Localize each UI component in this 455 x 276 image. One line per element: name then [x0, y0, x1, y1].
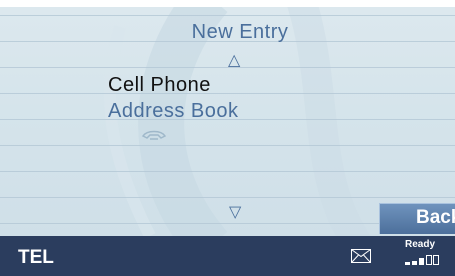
back-button[interactable]: Back: [379, 203, 455, 234]
back-button-label: Back: [416, 207, 455, 228]
menu-item-address-book[interactable]: Address Book: [108, 100, 239, 123]
status-text: Ready: [405, 239, 436, 250]
phone-screen: New Entry △ Cell Phone Address Book ▽ Ba…: [0, 0, 455, 276]
status-bar: TEL Ready: [0, 236, 455, 276]
handset-icon: [141, 130, 167, 140]
scroll-down-icon[interactable]: ▽: [229, 204, 241, 220]
menu-item-cell-phone[interactable]: Cell Phone: [108, 74, 211, 97]
signal-strength-icon: [405, 255, 439, 265]
mode-label: TEL: [18, 247, 54, 268]
top-margin: [0, 0, 455, 7]
envelope-icon: [351, 249, 371, 263]
scroll-up-icon[interactable]: △: [228, 52, 240, 68]
page-title: New Entry: [191, 21, 289, 43]
menu-panel: New Entry △ Cell Phone Address Book ▽ Ba…: [0, 7, 455, 236]
